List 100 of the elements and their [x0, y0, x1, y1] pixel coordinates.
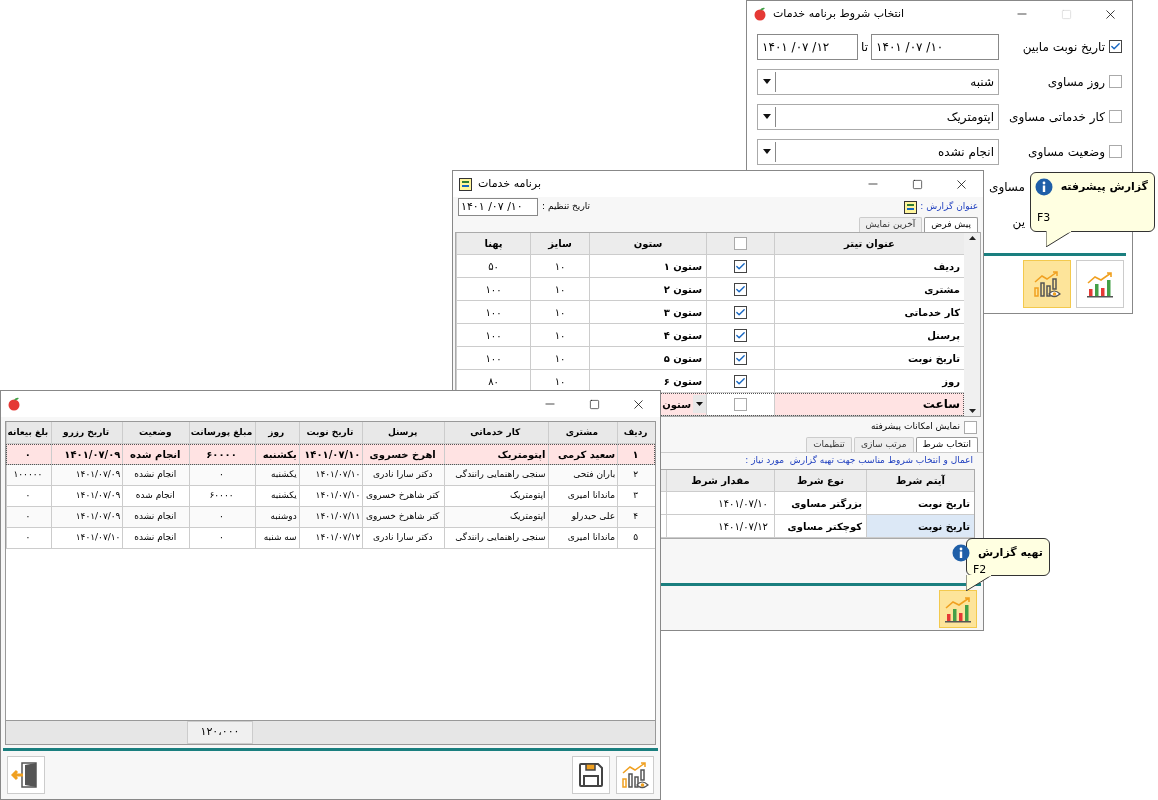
chart-icon [1085, 269, 1115, 299]
table-cell: ماندانا امیری [547, 528, 618, 549]
grid-row[interactable]: کار خدماتی ستون ۳ ۱۰ ۱۰۰ [456, 301, 964, 324]
tab[interactable]: پیش فرض [924, 217, 978, 232]
date-field[interactable]: ۱۴۰۱ /۰۷ /۱۰ [871, 33, 999, 60]
table-cell: ۱۰ [530, 255, 589, 278]
grid-row[interactable]: تاریخ نوبت ستون ۵ ۱۰ ۱۰۰ [456, 347, 964, 370]
checkbox[interactable] [1109, 40, 1122, 53]
table-cell: سنجی راهنمایی رانندگی [444, 528, 548, 549]
grid-row[interactable]: ۱ سعید کرمی اپتومتریک اهرخ خسروی ۱۴۰۱/۰۷/۱۰ یکشنبه ۶۰۰۰۰ انجام شده ۱۴۰۱/۰۷/۰۹ ۰ [6, 444, 655, 465]
table-cell: بزرگتر مساوی [774, 492, 866, 515]
table-cell: ۱۰۰ [456, 301, 530, 324]
report-button[interactable] [939, 590, 977, 628]
checkbox[interactable] [734, 237, 747, 250]
condition-label: ین [1012, 213, 1025, 231]
dropdown[interactable]: انجام نشده [757, 138, 999, 165]
column-header[interactable]: سایز [530, 233, 589, 255]
condition-label: کار خدماتی مساوی [1008, 108, 1106, 126]
column-header[interactable]: ستون [589, 233, 706, 255]
tab[interactable]: مرتب سازی [853, 437, 914, 452]
table-cell: انجام نشده [122, 528, 190, 549]
table-cell[interactable]: تاریخ نوبت [866, 515, 974, 538]
checkbox[interactable] [1109, 75, 1122, 88]
checkbox[interactable] [734, 397, 747, 411]
table-cell: ۱۰ [530, 301, 589, 324]
maximize-icon [1060, 8, 1072, 20]
column-header[interactable]: نوع شرط [774, 470, 866, 492]
table-cell: ۱۰۰ [456, 278, 530, 301]
grid-row[interactable]: پرسنل ستون ۴ ۱۰ ۱۰۰ [456, 324, 964, 347]
window-title: برنامه خدمات [478, 175, 541, 192]
chart-eye-icon [620, 760, 650, 790]
grid-row[interactable]: ۵ ماندانا امیری سنجی راهنمایی رانندگی دکتر سارا نادری ۱۴۰۱/۰۷/۱۲ سه شنبه ۰ انجام نشده ۱۴۰۱/۰۷/۱۰ ۰ [6, 528, 655, 549]
condition-label: وضعیت مساوی [1027, 143, 1106, 161]
checkbox[interactable] [1109, 110, 1122, 123]
checkbox[interactable] [734, 282, 747, 296]
tooltip-title: گزارش پیشرفته [1060, 178, 1148, 195]
grid-row[interactable]: ۲ باران فتحی سنجی راهنمایی رانندگی دکتر سارا نادری ۱۴۰۱/۰۷/۱۰ یکشنبه ۰ انجام نشده ۱۴۰۱/۰۷/۰۹ ۱۰۰۰۰۰ [6, 465, 655, 486]
advanced-report-button[interactable] [616, 756, 654, 794]
grid-row[interactable]: ۳ ماندانا امیری اپتومتریک کتر شاهرخ خسروی ۱۴۰۱/۰۷/۱۰ یکشنبه ۶۰۰۰۰ انجام شده ۱۴۰۱/۰۷/۰۹ ۰ [6, 486, 655, 507]
chart-eye-icon [1032, 269, 1062, 299]
grid-row[interactable]: مشتری ستون ۲ ۱۰ ۱۰۰ [456, 278, 964, 301]
caret-icon [696, 402, 703, 406]
date-field[interactable]: ۱۴۰۱ /۰۷ /۱۰ [458, 198, 538, 216]
table-cell: ۱۰ [530, 324, 589, 347]
table-cell: ۱۰ [530, 347, 589, 370]
table-cell: ستون ۴ [589, 324, 706, 347]
report-button[interactable] [1076, 260, 1124, 308]
checkbox-label: نمایش امکانات پیشرفته [871, 420, 960, 434]
checkbox[interactable] [734, 328, 747, 342]
hint-text: اعمال و انتخاب شروط مناسب جهت تهیه گزارش مورد نیاز : [745, 454, 973, 468]
exit-button[interactable] [7, 756, 45, 794]
table-cell: پرسنل [774, 324, 964, 347]
chart-icon [943, 594, 973, 624]
checkbox[interactable] [1109, 145, 1122, 158]
checkbox[interactable] [734, 351, 747, 365]
tab[interactable]: انتخاب شرط [915, 437, 978, 452]
table-cell: ستون ۲ [589, 278, 706, 301]
table-cell: کوچکتر مساوی [774, 515, 866, 538]
column-header[interactable]: مقدار شرط [666, 470, 774, 492]
table-cell: دکتر سارا نادری [362, 528, 444, 549]
checkbox[interactable] [734, 259, 747, 273]
dropdown[interactable]: اپتومتریک [757, 103, 999, 130]
date-label: تاریخ تنظیم : [542, 200, 590, 214]
grid-row[interactable]: ردیف ستون ۱ ۱۰ ۵۰ [456, 255, 964, 278]
info-icon [952, 544, 971, 562]
table-cell: ردیف [774, 255, 964, 278]
checkbox[interactable] [734, 374, 747, 388]
document-icon [904, 200, 918, 214]
dropdown[interactable]: شنبه [757, 68, 999, 95]
shortcut-label: F2 [973, 562, 988, 578]
total-cell: ۱۲۰،۰۰۰ [187, 721, 253, 744]
column-header[interactable]: عنوان تیتر [774, 233, 964, 255]
info-icon [1034, 178, 1053, 196]
table-cell: ۱۰۰ [456, 324, 530, 347]
checkbox[interactable] [964, 420, 977, 434]
tooltip-title: تهیه گزارش [978, 544, 1043, 561]
table-cell: سه شنبه [254, 528, 299, 549]
condition-label: روز مساوی [1046, 73, 1106, 91]
date-field[interactable]: ۱۴۰۱ /۰۷ /۱۲ [757, 33, 858, 60]
table-cell: ۵ [617, 528, 655, 549]
maximize-icon [911, 178, 923, 190]
checkbox[interactable] [734, 305, 747, 319]
tab[interactable]: تنظیمات [806, 437, 852, 452]
range-separator: تا [861, 38, 868, 56]
caret-icon [762, 114, 771, 119]
table-cell: ۱۰ [530, 278, 589, 301]
table-cell: ۰ [6, 528, 51, 549]
advanced-report-button[interactable] [1023, 260, 1071, 308]
save-button[interactable] [572, 756, 610, 794]
caret-icon [762, 149, 771, 154]
scroll-up-icon[interactable] [968, 236, 976, 240]
tab[interactable]: آخرین نمایش [858, 217, 923, 232]
table-cell[interactable]: تاریخ نوبت [866, 492, 974, 515]
grid-row[interactable]: ۴ علی حیدرلو اپتومتریک کتر شاهرخ خسروی ۱۴۰۱/۰۷/۱۱ دوشنبه ۰ انجام نشده ۱۴۰۱/۰۷/۰۹ ۰ [6, 507, 655, 528]
scroll-down-icon[interactable] [968, 409, 976, 413]
condition-label: مساوی [989, 178, 1025, 196]
column-header[interactable]: پهنا [456, 233, 530, 255]
condition-label: تاریخ نوبت مابین [1021, 38, 1106, 56]
caret-icon [762, 79, 771, 84]
shortcut-label: F3 [1037, 209, 1052, 226]
